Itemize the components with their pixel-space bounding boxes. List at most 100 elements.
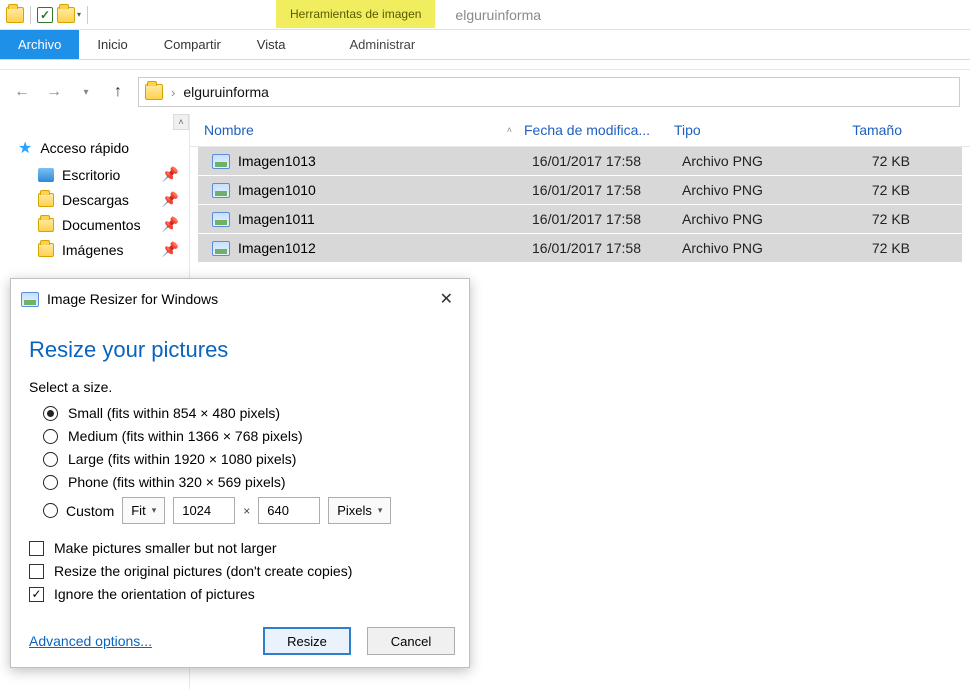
file-size: 72 KB [826,209,916,229]
checkbox-icon [29,541,44,556]
option-label: Medium (fits within 1366 × 768 pixels) [68,428,303,444]
sidebar-quick-access-label: Acceso rápido [40,140,129,156]
cancel-button-label: Cancel [391,634,431,649]
checkbox-checked-icon: ✓ [29,587,44,602]
pin-icon: 📌 [162,241,179,258]
chevron-down-icon: ▾ [378,505,383,516]
height-value: 640 [267,503,289,518]
radio-icon [43,429,58,444]
up-button[interactable]: ↑ [106,80,130,104]
sort-ascending-icon: ˄ [507,125,512,135]
close-button[interactable]: ✕ [434,287,459,311]
fit-mode-dropdown[interactable]: Fit ▾ [122,497,165,524]
file-type: Archivo PNG [676,180,826,200]
file-name: Imagen1012 [238,240,316,256]
column-size-label: Tamaño [852,122,902,138]
contextual-tab-header: Herramientas de imagen [276,0,435,29]
check-only-smaller[interactable]: Make pictures smaller but not larger [29,540,451,556]
column-type-label: Tipo [674,122,701,138]
file-date: 16/01/2017 17:58 [526,151,676,171]
tab-home[interactable]: Inicio [79,30,145,59]
folder-icon [145,84,163,100]
resize-button-label: Resize [287,634,327,649]
sidebar-quick-access[interactable]: ★ Acceso rápido [0,134,189,162]
radio-icon [43,452,58,467]
advanced-options-link[interactable]: Advanced options... [29,633,152,649]
image-file-icon [212,241,230,256]
sidebar-item-pictures[interactable]: Imágenes 📌 [0,237,189,262]
dialog-footer: Advanced options... Resize Cancel [11,609,469,667]
back-button[interactable]: ← [10,80,34,104]
dialog-title: Image Resizer for Windows [47,291,218,307]
height-input[interactable]: 640 [258,497,320,524]
tab-share[interactable]: Compartir [146,30,239,59]
sidebar-item-label: Descargas [62,192,129,208]
quick-access-toolbar: ✓ ▾ [0,0,96,29]
resize-button[interactable]: Resize [263,627,351,655]
tab-view[interactable]: Vista [239,30,304,59]
file-size: 72 KB [826,238,916,258]
image-file-icon [212,183,230,198]
image-resizer-dialog: Image Resizer for Windows ✕ Resize your … [10,278,470,668]
check-label: Resize the original pictures (don't crea… [54,563,352,579]
sidebar-scroll-up[interactable]: ˄ [173,114,189,130]
file-type: Archivo PNG [676,151,826,171]
table-row[interactable]: Imagen1011 16/01/2017 17:58 Archivo PNG … [198,205,962,233]
column-type[interactable]: Tipo [668,114,818,146]
radio-icon [43,475,58,490]
unit-dropdown[interactable]: Pixels ▾ [328,497,391,524]
tab-file[interactable]: Archivo [0,30,79,59]
sidebar-item-label: Documentos [62,217,141,233]
table-row[interactable]: Imagen1010 16/01/2017 17:58 Archivo PNG … [198,176,962,204]
pictures-icon [38,243,54,257]
check-ignore-orientation[interactable]: ✓ Ignore the orientation of pictures [29,586,451,602]
downloads-icon [38,193,54,207]
file-date: 16/01/2017 17:58 [526,238,676,258]
option-medium[interactable]: Medium (fits within 1366 × 768 pixels) [43,428,451,444]
sidebar-item-downloads[interactable]: Descargas 📌 [0,187,189,212]
option-label: Large (fits within 1920 × 1080 pixels) [68,451,296,467]
dialog-heading: Resize your pictures [29,337,451,363]
check-label: Ignore the orientation of pictures [54,586,255,602]
column-name-label: Nombre [204,122,254,138]
sidebar-item-label: Imágenes [62,242,123,258]
tab-manage[interactable]: Administrar [331,30,433,59]
table-row[interactable]: Imagen1012 16/01/2017 17:58 Archivo PNG … [198,234,962,262]
chevron-down-icon: ▾ [152,505,157,516]
option-custom[interactable]: Custom Fit ▾ 1024 × 640 Pixels ▾ [43,497,451,524]
column-name[interactable]: Nombre ˄ [198,114,518,146]
width-value: 1024 [182,503,211,518]
check-resize-original[interactable]: Resize the original pictures (don't crea… [29,563,451,579]
column-date[interactable]: Fecha de modifica... [518,114,668,146]
times-symbol: × [243,504,250,518]
sidebar-item-documents[interactable]: Documentos 📌 [0,212,189,237]
column-headers: Nombre ˄ Fecha de modifica... Tipo Tamañ… [190,114,970,147]
separator [30,6,31,24]
pin-icon: 📌 [162,191,179,208]
documents-icon [38,218,54,232]
breadcrumb[interactable]: elguruinforma [183,84,269,100]
star-icon: ★ [18,138,32,158]
file-name: Imagen1010 [238,182,316,198]
column-size[interactable]: Tamaño [818,114,908,146]
cancel-button[interactable]: Cancel [367,627,455,655]
recent-locations-caret[interactable]: ▾ [74,80,98,104]
file-size: 72 KB [826,180,916,200]
size-options: Small (fits within 854 × 480 pixels) Med… [29,405,451,524]
qat-properties-icon[interactable]: ✓ [37,7,53,23]
option-small[interactable]: Small (fits within 854 × 480 pixels) [43,405,451,421]
file-date: 16/01/2017 17:58 [526,180,676,200]
sidebar-item-desktop[interactable]: Escritorio 📌 [0,162,189,187]
desktop-icon [38,168,54,182]
file-name: Imagen1011 [238,211,315,227]
file-type: Archivo PNG [676,209,826,229]
sidebar-item-label: Escritorio [62,167,120,183]
option-phone[interactable]: Phone (fits within 320 × 569 pixels) [43,474,451,490]
address-bar[interactable]: › elguruinforma [138,77,960,107]
table-row[interactable]: Imagen1013 16/01/2017 17:58 Archivo PNG … [198,147,962,175]
qat-new-folder-button[interactable]: ▾ [57,7,81,23]
option-large[interactable]: Large (fits within 1920 × 1080 pixels) [43,451,451,467]
width-input[interactable]: 1024 [173,497,235,524]
forward-button[interactable]: → [42,80,66,104]
app-folder-icon [6,7,24,23]
